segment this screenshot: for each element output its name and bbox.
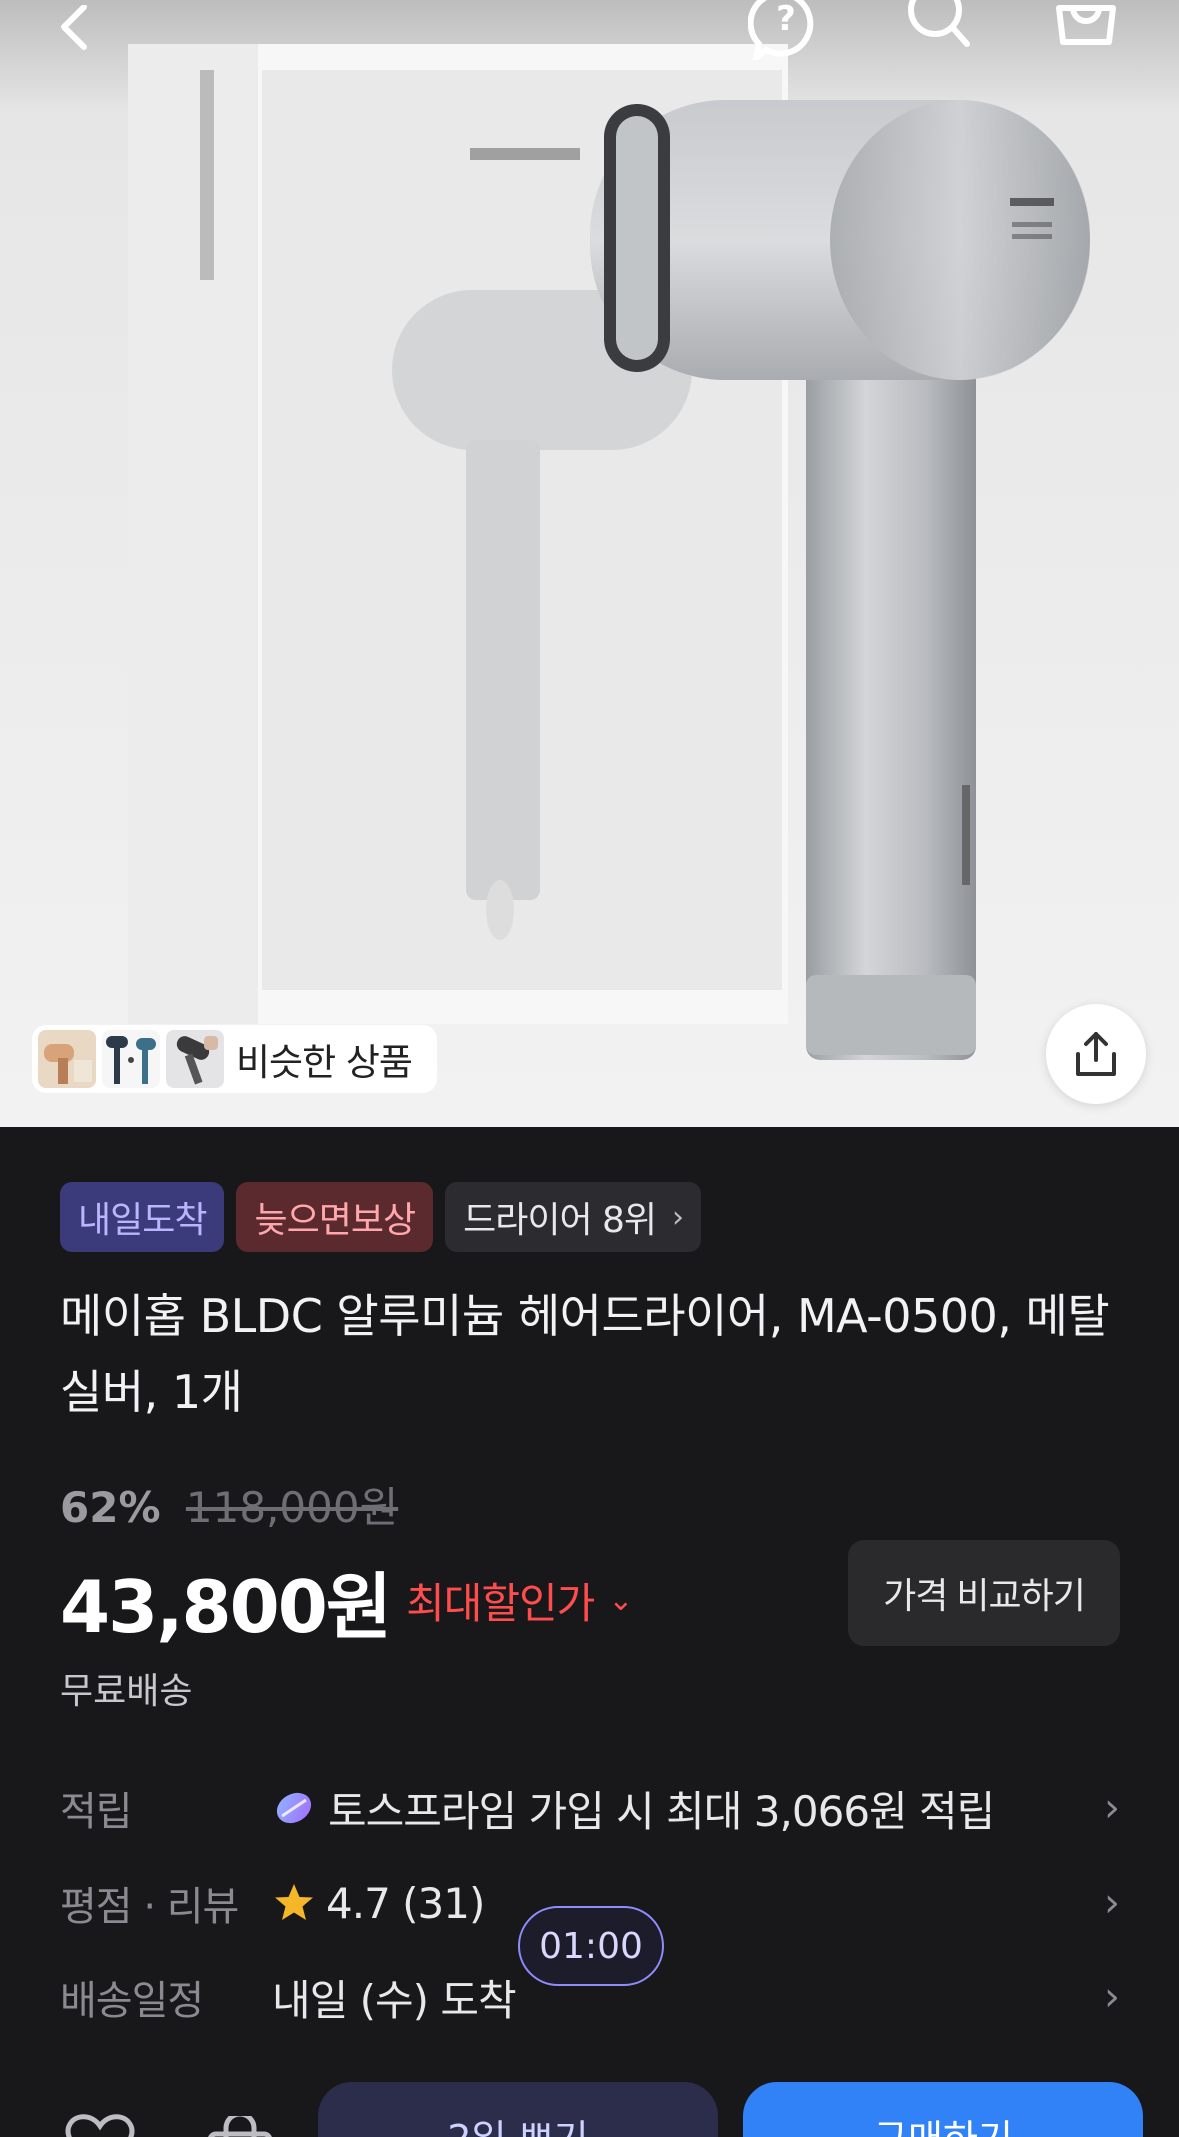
price-row: 43,800원 최대할인가 ⌄ xyxy=(60,1548,633,1653)
info-label-rating: 평점 · 리뷰 xyxy=(60,1884,239,1930)
badge-late-compensation: 늦으면보상 xyxy=(236,1182,434,1252)
svg-text:?: ? xyxy=(776,0,796,39)
similar-products-chip[interactable]: 비슷한 상품 xyxy=(32,1025,437,1093)
search-icon[interactable] xyxy=(898,0,978,60)
discount-percent: 62% xyxy=(60,1483,161,1532)
heart-icon[interactable] xyxy=(60,2112,140,2137)
similar-thumb-1 xyxy=(38,1030,96,1088)
product-image[interactable]: ? 비슷한 상품 xyxy=(0,0,1179,1127)
product-photo xyxy=(0,0,1179,1127)
bottom-action-bar: 2일 쁘기 구매하기 xyxy=(0,2060,1179,2137)
chevron-right-icon: › xyxy=(1104,1785,1120,1831)
info-row-points[interactable]: 적립 토스프라임 가입 시 최대 3,066원 적립 › xyxy=(60,1773,1120,1843)
info-value-rating: 4.7 (31) xyxy=(326,1878,485,1928)
original-price: 118,000원 xyxy=(185,1483,399,1532)
chevron-right-icon: › xyxy=(1104,1880,1120,1926)
toss-prime-icon xyxy=(276,1792,312,1824)
price-compare-button[interactable]: 가격 비교하기 xyxy=(848,1540,1120,1646)
chevron-down-icon[interactable]: ⌄ xyxy=(608,1583,633,1618)
share-button[interactable] xyxy=(1046,1004,1146,1104)
max-discount-toggle[interactable]: 최대할인가 xyxy=(406,1570,595,1631)
sale-price: 43,800원 xyxy=(60,1565,392,1649)
badge-rank-label: 드라이어 8위 xyxy=(463,1200,657,1241)
badge-tomorrow-delivery: 내일도착 xyxy=(60,1182,225,1252)
badge-category-rank[interactable]: 드라이어 8위 › xyxy=(445,1182,702,1252)
share-icon xyxy=(1076,1032,1116,1076)
back-icon[interactable] xyxy=(34,0,114,60)
help-question-icon[interactable]: ? xyxy=(746,0,826,60)
product-title: 메이홉 BLDC 알루미늄 헤어드라이어, MA-0500, 메탈실버, 1개 xyxy=(60,1289,1110,1419)
similar-products-label: 비슷한 상품 xyxy=(236,1041,413,1084)
info-value-delivery: 내일 (수) 도착 xyxy=(272,1975,517,2025)
shopping-bag-icon[interactable] xyxy=(200,2116,280,2137)
chevron-right-icon: › xyxy=(1104,1974,1120,2020)
star-icon xyxy=(275,1884,313,1920)
cart-icon[interactable] xyxy=(1046,0,1126,60)
top-nav-bar: ? xyxy=(0,0,1179,70)
add-to-cart-button[interactable]: 2일 쁘기 xyxy=(318,2082,718,2137)
similar-thumb-3 xyxy=(166,1030,224,1088)
similar-thumb-2 xyxy=(102,1030,160,1088)
info-label-delivery: 배송일정 xyxy=(60,1978,204,2024)
chevron-right-icon: › xyxy=(672,1199,684,1235)
buy-now-button[interactable]: 구매하기 xyxy=(743,2082,1143,2137)
badge-row: 내일도착 늦으면보상 드라이어 8위 › xyxy=(60,1182,702,1252)
shipping-info: 무료배송 xyxy=(60,1671,193,1712)
info-value-points: 토스프라임 가입 시 최대 3,066원 적립 xyxy=(328,1786,995,1836)
discount-row: 62% 118,000원 xyxy=(60,1474,398,1535)
info-label-points: 적립 xyxy=(60,1789,133,1835)
timer-badge: 01:00 xyxy=(518,1906,664,1986)
